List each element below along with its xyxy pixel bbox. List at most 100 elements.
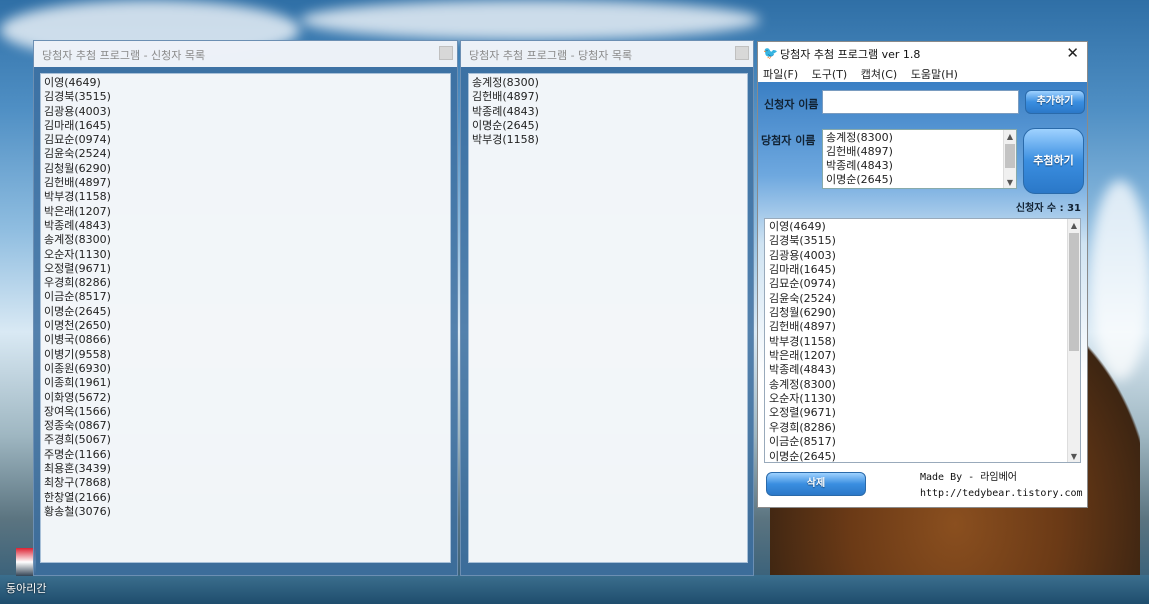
list-item[interactable]: 박은래(1207) [769, 349, 1076, 363]
winner-name-label: 당첨자 이름 [761, 134, 816, 147]
list-item[interactable]: 박종례(4843) [826, 159, 1013, 173]
applicant-list-window: 당첨자 추첨 프로그램 - 신청자 목록 이영(4649) 김경북(3515) 김광… [33, 40, 458, 576]
list-item[interactable]: 김광용(4003) [44, 105, 447, 119]
list-item[interactable]: 이병국(0866) [44, 333, 447, 347]
cloud [300, 0, 760, 40]
list-item[interactable]: 주경희(5067) [44, 433, 447, 447]
list-item[interactable]: 주명순(1166) [44, 448, 447, 462]
list-item[interactable]: 이화영(5672) [44, 391, 447, 405]
list-item[interactable]: 오정렬(9671) [44, 262, 447, 276]
app-logo-icon: 🐦 [763, 46, 778, 60]
list-item[interactable]: 이명순(2645) [472, 119, 744, 133]
list-item[interactable]: 우경희(8286) [769, 421, 1076, 435]
list-item[interactable]: 김윤숙(2524) [769, 292, 1076, 306]
list-item[interactable]: 이종희(1961) [44, 376, 447, 390]
list-item[interactable]: 김마래(1645) [769, 263, 1076, 277]
scrollbar[interactable]: ▲ ▼ [1067, 219, 1080, 462]
list-item[interactable]: 박은래(1207) [44, 205, 447, 219]
applicant-name-label: 신청자 이름 [764, 98, 819, 111]
list-item[interactable]: 송계정(8300) [44, 233, 447, 247]
list-item[interactable]: 이금순(8517) [44, 290, 447, 304]
list-item[interactable]: 박종례(4843) [472, 105, 744, 119]
list-item[interactable]: 김헌배(4897) [769, 320, 1076, 334]
list-item[interactable]: 이명순(2645) [769, 450, 1076, 463]
window-title: 당첨자 추첨 프로그램 - 당첨자 목록 [469, 49, 633, 62]
list-item[interactable]: 김마래(1645) [44, 119, 447, 133]
scroll-down-icon[interactable]: ▼ [1068, 450, 1080, 462]
list-item[interactable]: 이종원(6930) [44, 362, 447, 376]
credit-author: Made By - 라임베어 [920, 472, 1018, 483]
list-item[interactable]: 김윤숙(2524) [44, 147, 447, 161]
credit-url[interactable]: http://tedybear.tistory.com [920, 488, 1083, 499]
list-item[interactable]: 이명순(2645) [44, 305, 447, 319]
list-item[interactable]: 이영(4649) [769, 220, 1076, 234]
list-item[interactable]: 김묘순(0974) [44, 133, 447, 147]
menu-file[interactable]: 파일(F) [763, 68, 798, 81]
list-item[interactable]: 박부경(1158) [769, 335, 1076, 349]
lottery-app-window: 🐦 당첨자 추첨 프로그램 ver 1.8 ✕ 파일(F) 도구(T) 캡쳐(C… [757, 41, 1088, 508]
list-item[interactable]: 이병기(9558) [44, 348, 447, 362]
list-item[interactable]: 김묘순(0974) [769, 277, 1076, 291]
list-item[interactable]: 박종례(4843) [44, 219, 447, 233]
menu-bar: 파일(F) 도구(T) 캡쳐(C) 도움말(H) [758, 64, 1087, 82]
sea [0, 575, 1149, 604]
menu-help[interactable]: 도움말(H) [911, 68, 958, 81]
list-item[interactable]: 장여옥(1566) [44, 405, 447, 419]
list-item[interactable]: 송계정(8300) [472, 76, 744, 90]
list-item[interactable]: 김청월(6290) [44, 162, 447, 176]
winner-listbox[interactable]: 송계정(8300) 김헌배(4897) 박종례(4843) 이명순(2645) 박부경(… [468, 73, 748, 563]
menu-tools[interactable]: 도구(T) [812, 68, 848, 81]
applicant-count: 신청자 수 : 31 [1015, 203, 1081, 214]
list-item[interactable]: 김광용(4003) [769, 249, 1076, 263]
applicant-name-input[interactable] [822, 90, 1019, 114]
list-item[interactable]: 김경북(3515) [769, 234, 1076, 248]
maximize-button[interactable] [439, 46, 453, 60]
scroll-up-icon[interactable]: ▲ [1004, 130, 1016, 142]
scrollbar[interactable]: ▲ ▼ [1003, 130, 1016, 188]
list-item[interactable]: 정종숙(0867) [44, 419, 447, 433]
scroll-down-icon[interactable]: ▼ [1004, 176, 1016, 188]
list-item[interactable]: 최창구(7868) [44, 476, 447, 490]
desktop-shortcut-label[interactable]: 동아리간 [6, 580, 46, 596]
list-item[interactable]: 송계정(8300) [826, 131, 1013, 145]
list-item[interactable]: 이영(4649) [44, 76, 447, 90]
app-title: 당첨자 추첨 프로그램 ver 1.8 [780, 48, 921, 61]
list-item[interactable]: 이명천(2650) [44, 319, 447, 333]
applicant-listbox[interactable]: 이영(4649) 김경북(3515) 김광용(4003) 김마래(1645) 김묘순(0… [40, 73, 451, 563]
draw-button[interactable]: 추첨하기 [1023, 128, 1084, 194]
add-button[interactable]: 추가하기 [1025, 90, 1085, 114]
app-titlebar[interactable]: 🐦 당첨자 추첨 프로그램 ver 1.8 ✕ [758, 42, 1087, 64]
app-body: 신청자 이름 추가하기 당첨자 이름 송계정(8300) 김헌배(4897) 박종례… [758, 82, 1087, 507]
list-item[interactable]: 김헌배(4897) [826, 145, 1013, 159]
window-title: 당첨자 추첨 프로그램 - 신청자 목록 [42, 49, 206, 62]
applicant-listbox[interactable]: 이영(4649) 김경북(3515) 김광용(4003) 김마래(1645) 김묘순(0… [764, 218, 1081, 463]
list-item[interactable]: 오순자(1130) [769, 392, 1076, 406]
list-item[interactable]: 오정렬(9671) [769, 406, 1076, 420]
list-item[interactable]: 최용혼(3439) [44, 462, 447, 476]
list-item[interactable]: 한창열(2166) [44, 491, 447, 505]
list-item[interactable]: 황송철(3076) [44, 505, 447, 519]
list-item[interactable]: 김경북(3515) [44, 90, 447, 104]
list-item[interactable]: 박종례(4843) [769, 363, 1076, 377]
list-item[interactable]: 김헌배(4897) [44, 176, 447, 190]
list-item[interactable]: 우경희(8286) [44, 276, 447, 290]
list-item[interactable]: 이명순(2645) [826, 173, 1013, 187]
scroll-thumb[interactable] [1069, 233, 1079, 351]
delete-button[interactable]: 삭제 [766, 472, 866, 496]
scroll-up-icon[interactable]: ▲ [1068, 219, 1080, 231]
winner-list-window: 당첨자 추첨 프로그램 - 당첨자 목록 송계정(8300) 김헌배(4897) 박… [460, 40, 754, 576]
list-item[interactable]: 송계정(8300) [769, 378, 1076, 392]
list-item[interactable]: 박부경(1158) [44, 190, 447, 204]
list-item[interactable]: 이금순(8517) [769, 435, 1076, 449]
list-item[interactable]: 김청월(6290) [769, 306, 1076, 320]
list-item[interactable]: 오순자(1130) [44, 248, 447, 262]
list-item[interactable]: 박부경(1158) [472, 133, 744, 147]
window-titlebar[interactable]: 당첨자 추첨 프로그램 - 신청자 목록 [34, 41, 457, 67]
maximize-button[interactable] [735, 46, 749, 60]
list-item[interactable]: 김헌배(4897) [472, 90, 744, 104]
window-titlebar[interactable]: 당첨자 추첨 프로그램 - 당첨자 목록 [461, 41, 753, 67]
menu-capture[interactable]: 캡쳐(C) [861, 68, 898, 81]
close-icon[interactable]: ✕ [1066, 44, 1079, 62]
winner-name-listbox[interactable]: 송계정(8300) 김헌배(4897) 박종례(4843) 이명순(2645) ▲ ▼ [822, 129, 1017, 189]
scroll-thumb[interactable] [1005, 144, 1015, 168]
